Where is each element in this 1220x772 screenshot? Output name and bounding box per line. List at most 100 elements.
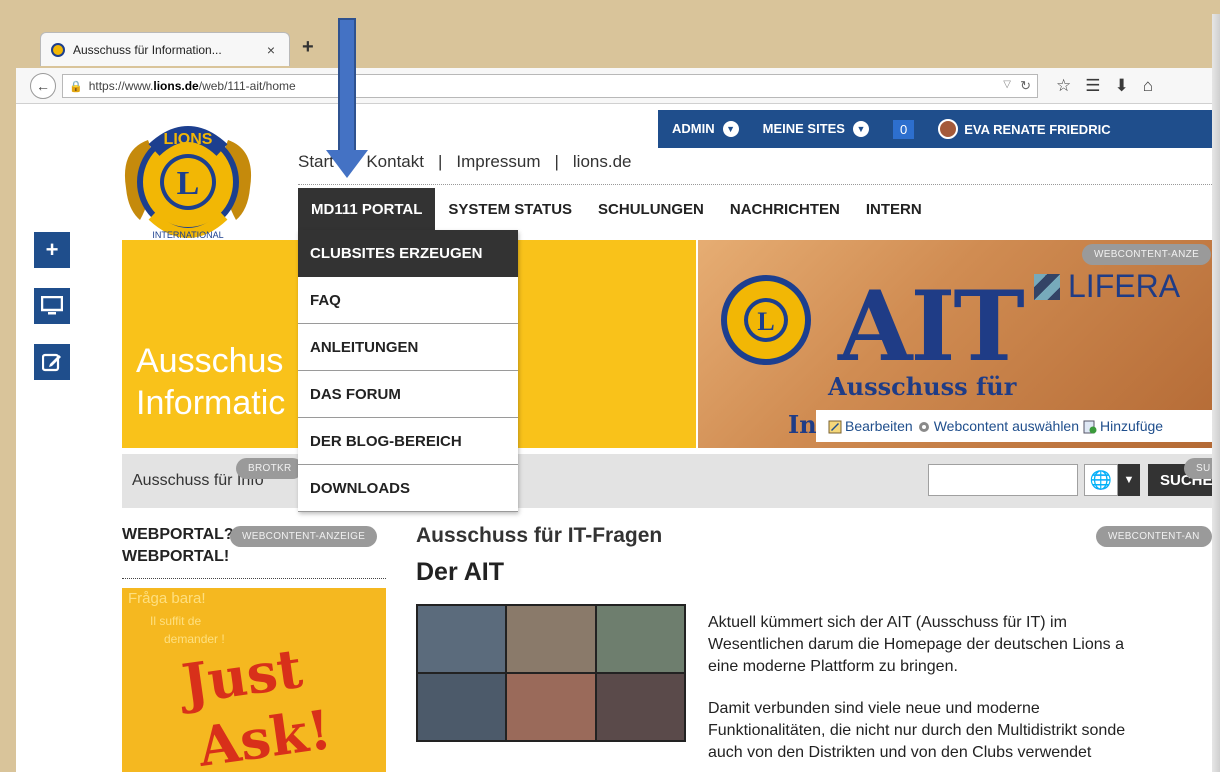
url-dropdown-icon[interactable]: ▽ <box>1003 79 1011 90</box>
left-column-title: WEBPORTAL? WEBPORTAL! <box>122 526 234 565</box>
photo-tile <box>418 606 506 672</box>
download-icon[interactable]: ⬇ <box>1115 76 1129 96</box>
photo-tile <box>507 606 595 672</box>
lions-logo[interactable]: L LIONS INTERNATIONAL <box>118 110 258 260</box>
article-subheading: Der AIT <box>416 558 504 586</box>
left-webcontent-tag: WEBCONTENT-ANZEIGE <box>230 526 378 547</box>
triangle-down-icon: ▼ <box>1123 474 1135 486</box>
menu-item-faq[interactable]: FAQ <box>298 277 518 324</box>
my-sites-menu[interactable]: MEINE SITES ▼ <box>763 121 869 138</box>
link-impressum[interactable]: Impressum <box>456 152 540 172</box>
main-navigation: MD111 PORTAL SYSTEM STATUS SCHULUNGEN NA… <box>298 188 935 230</box>
new-tab-button[interactable]: + <box>302 36 314 59</box>
photo-tile <box>596 606 684 672</box>
nav-nachrichten[interactable]: NACHRICHTEN <box>717 188 853 230</box>
separator: | <box>554 152 559 171</box>
right-webcontent-tag: WEBCONTENT-AN <box>1096 526 1212 547</box>
photo-tile <box>418 674 506 740</box>
window-titlebar <box>0 0 1220 14</box>
annotation-arrow-shaft <box>338 18 356 152</box>
nav-intern[interactable]: INTERN <box>853 188 935 230</box>
browser-window: Ausschuss für Information... × + ← 🔒 htt… <box>0 0 1220 772</box>
annotation-arrow-head <box>326 150 368 178</box>
window-left-edge <box>0 0 16 772</box>
menu-item-blog-bereich[interactable]: DER BLOG-BEREICH <box>298 418 518 465</box>
home-icon[interactable]: ⌂ <box>1143 76 1153 96</box>
notification-count[interactable]: 0 <box>892 119 915 139</box>
menu-item-das-forum[interactable]: DAS FORUM <box>298 371 518 418</box>
portal-dropdown-menu: CLUBSITES ERZEUGEN FAQ ANLEITUNGEN DAS F… <box>298 230 518 512</box>
liferay-logo: LIFERA <box>1034 268 1180 305</box>
language-dropdown-button[interactable]: ▼ <box>1118 464 1140 496</box>
url-text: https://www.lions.de/web/111-ait/home <box>88 79 296 93</box>
admin-bar: ADMIN ▼ MEINE SITES ▼ 0 EVA RENATE FRIEDRI… <box>658 110 1212 148</box>
link-lions-de[interactable]: lions.de <box>573 152 632 172</box>
banner-ausschuss-text: Ausschuss für <box>828 372 1017 401</box>
add-document-icon <box>1083 420 1097 434</box>
article-heading: Ausschuss für IT-Fragen <box>416 524 663 547</box>
edit-content-button[interactable]: Bearbeiten <box>828 418 913 434</box>
language-selector[interactable]: 🌐 <box>1084 464 1118 496</box>
reading-list-icon[interactable]: ☰ <box>1085 76 1100 96</box>
tab-title: Ausschuss für Information... <box>73 42 222 57</box>
menu-item-downloads[interactable]: DOWNLOADS <box>298 465 518 512</box>
caret-down-icon: ▼ <box>852 121 869 138</box>
svg-text:L: L <box>757 307 774 336</box>
liferay-icon <box>1034 273 1060 300</box>
avatar <box>938 119 959 139</box>
banner-title: Ausschus Informatic <box>136 342 286 422</box>
select-content-button[interactable]: Webcontent auswählen <box>917 418 1079 434</box>
svg-text:INTERNATIONAL: INTERNATIONAL <box>152 230 223 240</box>
reload-icon[interactable]: ↻ <box>1020 78 1031 94</box>
back-button[interactable]: ← <box>30 73 56 99</box>
banner-ait-text: AIT <box>838 270 1025 383</box>
preview-button[interactable] <box>34 288 70 324</box>
add-content-button[interactable]: Hinzufüge <box>1083 418 1163 434</box>
content-edit-bar: Bearbeiten Webcontent auswählen Hinzufüg… <box>816 410 1212 442</box>
menu-item-clubsites-erzeugen[interactable]: CLUBSITES ERZEUGEN <box>298 230 518 277</box>
lock-icon: 🔒 <box>69 80 83 93</box>
navigation-bar: ← 🔒 https://www.lions.de/web/111-ait/hom… <box>16 68 1212 104</box>
svg-text:LIONS: LIONS <box>164 131 213 148</box>
separator: | <box>437 152 443 171</box>
article-paragraph-2: Damit verbunden sind viele neue und mode… <box>708 700 1126 761</box>
lions-favicon-icon <box>51 42 65 57</box>
gear-icon <box>918 422 929 433</box>
divider <box>298 184 1212 185</box>
breadcrumb-tag: BROTKR <box>236 458 304 479</box>
monitor-icon <box>41 296 63 315</box>
banner-in-text: In <box>788 410 817 439</box>
edit-page-button[interactable] <box>34 344 70 380</box>
admin-menu[interactable]: ADMIN ▼ <box>672 121 739 138</box>
search-tag: SU <box>1184 458 1212 479</box>
edit-icon <box>42 353 61 372</box>
video-conference-photo <box>416 604 686 742</box>
nav-system-status[interactable]: SYSTEM STATUS <box>435 188 585 230</box>
web-page: ADMIN ▼ MEINE SITES ▼ 0 EVA RENATE FRIEDRI… <box>16 104 1212 772</box>
globe-icon: 🌐 <box>1089 469 1113 490</box>
bookmark-star-icon[interactable]: ☆ <box>1056 76 1071 96</box>
tab-close-icon[interactable]: × <box>263 42 279 58</box>
photo-tile <box>507 674 595 740</box>
window-right-edge <box>1212 14 1220 772</box>
nav-schulungen[interactable]: SCHULUNGEN <box>585 188 717 230</box>
tab-strip: Ausschuss für Information... × + <box>16 14 1212 68</box>
breadcrumb-bar: Ausschuss für Info BROTKR 🌐 ▼ SUCHE SU <box>122 454 1212 508</box>
add-button[interactable]: + <box>34 232 70 268</box>
url-bar[interactable]: 🔒 https://www.lions.de/web/111-ait/home … <box>62 74 1038 98</box>
webcontent-tag: WEBCONTENT-ANZE <box>1082 244 1212 265</box>
divider <box>122 578 386 579</box>
search-input[interactable] <box>928 464 1078 496</box>
lions-emblem-icon: L <box>721 275 811 365</box>
photo-tile <box>596 674 684 740</box>
tab-ausschuss[interactable]: Ausschuss für Information... × <box>40 32 290 66</box>
pencil-icon <box>828 420 842 434</box>
back-arrow-icon: ← <box>36 78 50 94</box>
user-menu[interactable]: EVA RENATE FRIEDRIC <box>938 119 1111 139</box>
nav-md111-portal[interactable]: MD111 PORTAL <box>298 188 436 230</box>
just-ask-image[interactable]: Fråga bara! Il suffit de demander ! Just… <box>122 588 386 772</box>
toolbar-icons: ☆ ☰ ⬇ ⌂ <box>1056 76 1153 96</box>
menu-item-anleitungen[interactable]: ANLEITUNGEN <box>298 324 518 371</box>
article-paragraph-1: Aktuell kümmert sich der AIT (Ausschuss … <box>708 614 1124 675</box>
link-kontakt[interactable]: Kontakt <box>366 152 424 172</box>
